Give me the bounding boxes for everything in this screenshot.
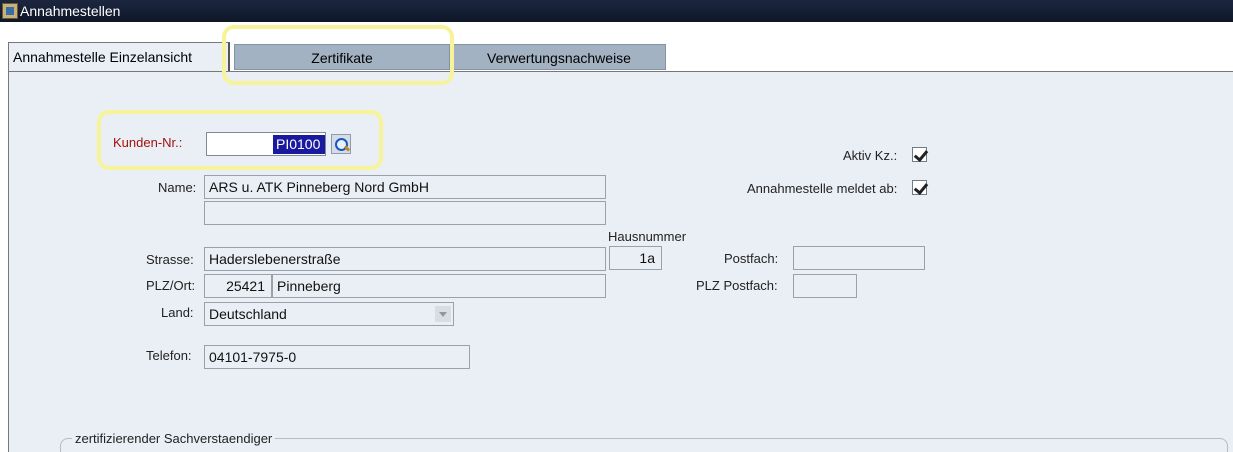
ort-field[interactable]: Pinneberg	[272, 274, 606, 298]
name-label: Name:	[158, 180, 197, 195]
postfach-field[interactable]	[793, 246, 925, 270]
meldet-ab-checkbox[interactable]	[912, 180, 927, 195]
meldet-ab-label: Annahmestelle meldet ab:	[747, 181, 898, 196]
plz-field[interactable]: 25421	[204, 274, 272, 298]
land-label: Land:	[161, 305, 194, 320]
name-field-line2[interactable]	[204, 201, 606, 225]
strasse-label: Strasse:	[146, 252, 194, 267]
plz-postfach-label: PLZ Postfach:	[696, 278, 778, 293]
aktiv-kz-label: Aktiv Kz.:	[843, 148, 898, 163]
tab-strip: Zertifikate Verwertungsnachweise Annahme…	[0, 22, 1233, 72]
strasse-field[interactable]: Haderslebenerstraße	[204, 247, 606, 271]
highlight-annotation	[97, 110, 383, 170]
app-icon	[2, 3, 18, 19]
chevron-down-icon[interactable]	[435, 306, 451, 322]
hausnummer-label: Hausnummer	[608, 229, 687, 244]
sachverstaendiger-group-title: zertifizierender Sachverstaendiger	[72, 431, 276, 446]
tab-annahmestelle-einzelansicht[interactable]: Annahmestelle Einzelansicht	[8, 42, 230, 72]
postfach-label: Postfach:	[724, 251, 779, 266]
name-field-line1[interactable]: ARS u. ATK Pinneberg Nord GmbH	[204, 175, 606, 199]
land-combobox[interactable]: Deutschland	[204, 302, 454, 326]
window-title: Annahmestellen	[20, 3, 121, 19]
telefon-field[interactable]: 04101-7975-0	[204, 345, 470, 369]
highlight-annotation	[222, 25, 454, 85]
title-bar: Annahmestellen	[0, 0, 1233, 22]
plz-postfach-field[interactable]	[793, 274, 857, 298]
hausnummer-field[interactable]: 1a	[609, 246, 662, 270]
telefon-label: Telefon:	[146, 348, 192, 363]
land-value: Deutschland	[209, 306, 287, 322]
aktiv-kz-checkbox[interactable]	[912, 147, 927, 162]
plz-ort-label: PLZ/Ort:	[146, 278, 196, 293]
tab-verwertungsnachweise[interactable]: Verwertungsnachweise	[452, 44, 666, 70]
